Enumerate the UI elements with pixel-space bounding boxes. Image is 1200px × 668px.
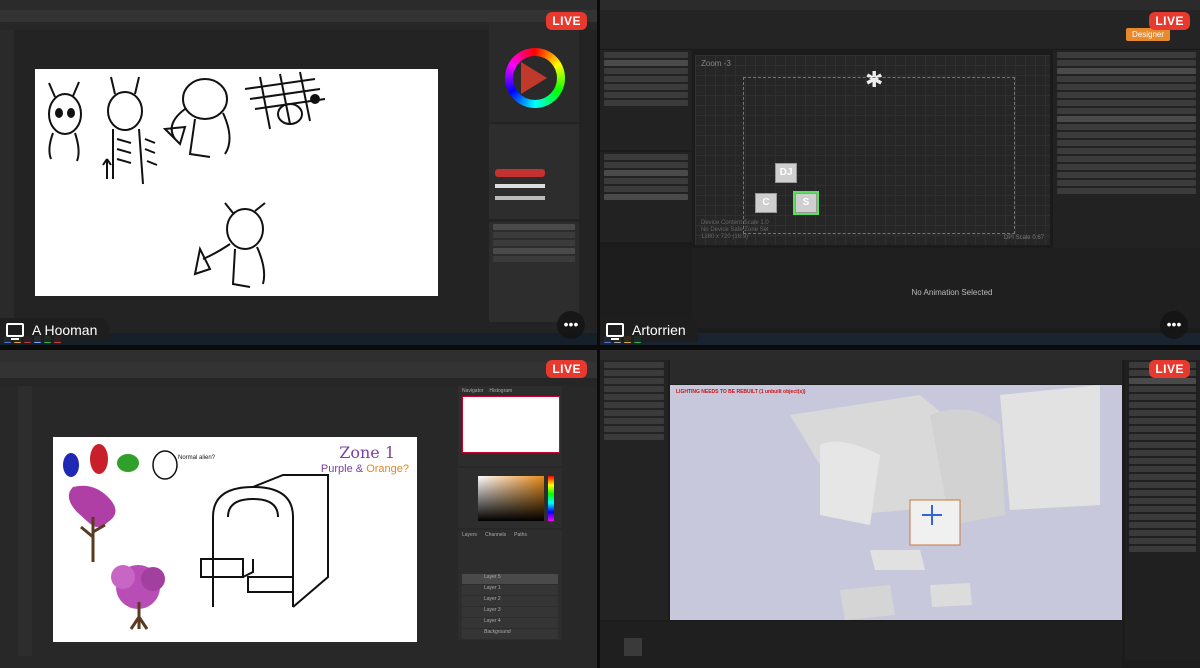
place-actors-panel[interactable] [600,360,668,620]
alien-note: Normal alien? [178,455,216,461]
zone-subtitle: Purple & Orange? [320,463,409,475]
tile-top-left: LIVE A Hooman ••• [0,0,597,345]
world-outliner[interactable] [1125,360,1200,660]
brush-panel[interactable] [489,124,579,219]
hierarchy-panel[interactable] [600,152,692,242]
content-browser[interactable] [600,622,1122,668]
zoom-label: Zoom -3 [701,59,731,68]
layers-panel[interactable] [489,222,579,322]
layer-row[interactable]: Layer 3 [462,607,558,617]
safe-zone-outline [743,77,1015,234]
dpi-scale: DPI Scale 0.67 [1003,235,1044,241]
monitor-icon [6,323,24,340]
monitor-icon [606,323,624,340]
participant-name: A Hooman [32,322,98,338]
menu-bar[interactable] [0,350,597,362]
layer-row[interactable]: Layer 4 [462,618,558,628]
live-badge: LIVE [546,12,587,30]
tool-column[interactable] [0,30,14,330]
layer-row[interactable]: Layer 1 [462,585,558,595]
designer-canvas[interactable]: Zoom -3 ✱ DJ C S Device Content Scale 1.… [695,55,1050,245]
more-icon: ••• [563,316,579,332]
live-badge: LIVE [1149,360,1190,378]
details-panel[interactable] [1053,50,1200,260]
more-icon: ••• [1166,316,1182,332]
editor-toolbar[interactable]: Designer [600,10,1200,49]
palette-panel[interactable] [600,50,692,150]
tile-bottom-left: Zone 1 Purple & Orange? Normal alien? Na… [0,350,597,668]
navigator-panel[interactable]: Navigator Histogram [458,386,562,466]
menu-bar[interactable] [600,350,1200,360]
button-dj[interactable]: DJ [775,163,797,183]
options-bar[interactable] [0,362,597,379]
drawing-canvas[interactable] [35,69,438,296]
color-panel[interactable] [458,468,562,528]
level-toolbar[interactable] [670,360,1122,385]
participant-name-tag: A Hooman [0,318,110,342]
tools-panel[interactable] [18,386,32,656]
live-badge: LIVE [546,360,587,378]
layer-row[interactable]: Background [462,629,558,639]
live-badge: LIVE [1149,12,1190,30]
layer-row[interactable]: Layer 2 [462,596,558,606]
lighting-warning: LIGHTING NEEDS TO BE REBUILT (1 unbuilt … [676,389,806,395]
color-wheel-panel[interactable] [489,22,579,122]
document-tabs[interactable] [0,378,597,386]
sketch-drawings [48,71,326,288]
menu-bar[interactable] [600,0,1200,10]
more-options-button[interactable]: ••• [1160,311,1188,339]
button-c[interactable]: C [755,193,777,213]
layers-panel[interactable]: Layers Channels Paths Layer 5 Layer 1 La… [458,530,562,640]
button-s[interactable]: S [793,191,819,215]
level-geometry [790,385,1100,620]
device-info: Device Content Scale 1.0 No Device Safe … [701,220,769,240]
animation-panel[interactable]: No Animation Selected [600,248,1200,328]
drawing-canvas[interactable]: Zone 1 Purple & Orange? Normal alien? [53,437,417,642]
participant-name-tag: Artorrien [600,318,698,342]
tile-bottom-right: LIGHTING NEEDS TO BE REBUILT (1 unbuilt … [600,350,1200,668]
zone-title: Zone 1 [339,443,395,462]
color-wheel-icon[interactable] [505,48,565,108]
participant-name: Artorrien [632,322,686,338]
layer-row[interactable]: Layer 5 [462,574,558,584]
menu-bar[interactable] [0,0,597,10]
tile-top-right: Designer Zoom -3 ✱ DJ C S Device Content… [600,0,1200,345]
no-animation-text: No Animation Selected [911,288,993,297]
more-options-button[interactable]: ••• [557,311,585,339]
level-viewport[interactable]: LIGHTING NEEDS TO BE REBUILT (1 unbuilt … [670,385,1122,620]
